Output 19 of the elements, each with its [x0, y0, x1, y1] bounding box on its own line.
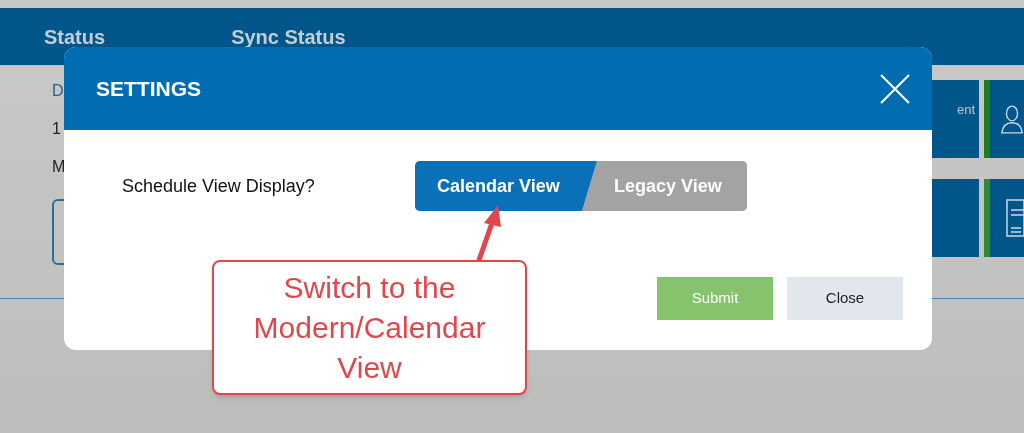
callout-text: Switch to the Modern/Calendar View — [252, 269, 487, 386]
document-icon — [1006, 197, 1024, 238]
column-heading: Sync Status — [231, 24, 346, 50]
question-label: Schedule View Display? — [122, 174, 316, 198]
dashboard-tile[interactable] — [984, 80, 1024, 158]
dialog-title: SETTINGS — [96, 75, 201, 102]
close-button[interactable]: Close — [787, 277, 903, 320]
background-text: D — [52, 81, 64, 101]
view-toggle-option[interactable]: Legacy View — [582, 161, 747, 211]
background-text: 1 — [52, 119, 62, 139]
column-heading: Status — [44, 24, 106, 50]
view-toggle-option[interactable]: Calendar View — [415, 161, 597, 211]
dashboard-tile[interactable] — [931, 178, 979, 257]
dashboard-tile[interactable] — [984, 178, 1024, 257]
tile-label: ent — [956, 101, 976, 119]
background-text: M — [52, 157, 64, 177]
person-icon — [1000, 103, 1024, 135]
close-icon[interactable] — [880, 73, 910, 104]
dashboard-tile[interactable]: ent — [931, 80, 979, 158]
